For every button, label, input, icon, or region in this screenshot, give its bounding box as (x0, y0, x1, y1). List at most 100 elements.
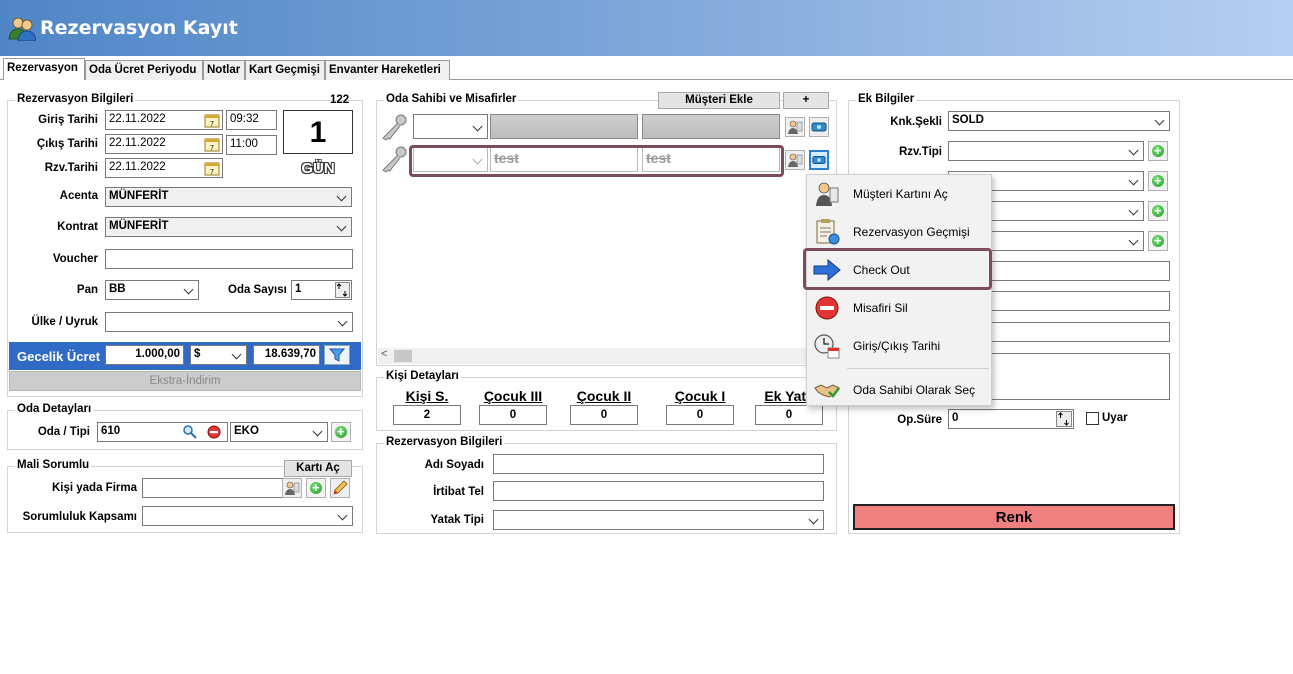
acenta-label: Acenta (59, 190, 98, 202)
gecelik-ucret-input[interactable]: 1.000,00 (105, 345, 184, 365)
add-oda-tipi-button[interactable] (331, 422, 351, 442)
rzv-tipi-label: Rzv.Tipi (898, 146, 942, 158)
rzv-tipi-select[interactable] (948, 141, 1144, 161)
horizontal-scrollbar[interactable] (378, 348, 836, 364)
updown-arrows-icon[interactable] (1056, 411, 1072, 427)
cocuk-i-input[interactable]: 0 (666, 405, 734, 425)
menu-item-misafiri-sil[interactable]: Misafiri Sil (807, 289, 993, 327)
guest-context-menu: Müşteri Kartını Aç Rezervasyon Geçmişi C… (806, 174, 992, 406)
karti-ac-button[interactable]: Kartı Aç (284, 460, 352, 477)
kontrat-select[interactable]: MÜNFERİT (105, 217, 352, 237)
add-ek-1-button[interactable] (1148, 171, 1168, 191)
oda-sayisi-value: 1 (295, 283, 302, 295)
oda-tipi-value: EKO (234, 425, 259, 437)
menu-item-oda-sahibi-olarak-sec[interactable]: Oda Sahibi Olarak Seç (807, 371, 993, 409)
menu-label: Müşteri Kartını Aç (853, 187, 948, 201)
chevron-down-icon (184, 283, 194, 297)
cocuk-ii-input[interactable]: 0 (570, 405, 638, 425)
menu-item-musteri-karti-ac[interactable]: Müşteri Kartını Aç (807, 175, 993, 213)
chevron-down-icon (1129, 144, 1139, 158)
chevron-down-icon (1129, 174, 1139, 188)
kisi-firma-input[interactable] (142, 478, 302, 498)
chevron-down-icon (338, 509, 348, 523)
add-ek-2-button[interactable] (1148, 201, 1168, 221)
money-icon[interactable] (809, 150, 829, 170)
op-sure-value: 0 (952, 412, 959, 424)
scroll-left-icon[interactable]: < (381, 348, 393, 364)
add-guest-plus-button[interactable]: + (783, 92, 829, 109)
renk-button[interactable]: Renk (853, 504, 1175, 530)
cocuk-ii-label: Çocuk II (576, 388, 632, 404)
highlight-guest-row (409, 145, 784, 177)
pan-label: Pan (76, 284, 98, 296)
oda-sahibi-title: Oda Sahibi ve Misafirler (384, 93, 519, 105)
customer-card-icon (816, 182, 839, 206)
scroll-thumb[interactable] (394, 350, 412, 362)
guest-first-name-input[interactable] (490, 114, 638, 139)
svg-text:7: 7 (210, 144, 214, 152)
acenta-select[interactable]: MÜNFERİT (105, 187, 352, 207)
edit-pencil-icon[interactable] (330, 478, 350, 498)
giris-time-field[interactable]: 09:32 (226, 110, 277, 130)
cikis-time-field[interactable]: 11:00 (226, 135, 277, 155)
clock-calendar-icon (814, 334, 840, 359)
customer-card-icon[interactable] (785, 117, 805, 137)
uyar-checkbox[interactable] (1086, 412, 1099, 425)
pan-select[interactable]: BB (105, 280, 199, 300)
add-rzv-tipi-button[interactable] (1148, 141, 1168, 161)
tab-kart-gecmisi[interactable]: Kart Geçmişi (245, 60, 325, 80)
nights-count: 1 (283, 110, 353, 154)
uyar-label: Uyar (1102, 412, 1128, 424)
oda-detaylari-title: Oda Detayları (15, 403, 94, 415)
tab-oda-ucret-periyodu[interactable]: Oda Ücret Periyodu (85, 60, 203, 80)
calendar-icon[interactable]: 7 (204, 160, 220, 176)
ekstra-indirim-button[interactable]: Ekstra-İndirim (9, 371, 361, 391)
voucher-input[interactable] (105, 249, 353, 269)
irtibat-tel-input[interactable] (493, 481, 824, 501)
oda-tipi-select[interactable]: EKO (230, 422, 328, 442)
tab-envanter-hareketleri[interactable]: Envanter Hareketleri (325, 60, 450, 80)
converted-price-field: 18.639,70 (253, 345, 320, 365)
chevron-down-icon (313, 425, 323, 439)
musteri-ekle-button[interactable]: Müşteri Ekle (658, 92, 780, 109)
calendar-icon[interactable]: 7 (204, 136, 220, 152)
currency-select[interactable]: $ (190, 345, 247, 365)
tab-notlar[interactable]: Notlar (203, 60, 245, 80)
filter-icon[interactable] (324, 345, 350, 365)
guest-last-name-input[interactable] (642, 114, 780, 139)
menu-item-rezervasyon-gecmisi[interactable]: Rezervasyon Geçmişi (807, 213, 993, 251)
search-icon[interactable] (182, 424, 198, 440)
oda-sayisi-label: Oda Sayısı (228, 284, 287, 296)
updown-arrows-icon[interactable] (335, 282, 350, 298)
money-icon[interactable] (809, 117, 829, 137)
tab-rezervasyon[interactable]: Rezervasyon (3, 58, 85, 80)
highlight-check-out (803, 248, 992, 290)
sorumluluk-kapsami-select[interactable] (142, 506, 353, 526)
chevron-down-icon (338, 315, 348, 329)
knk-sekli-select[interactable]: SOLD (948, 111, 1170, 131)
irtibat-tel-label: İrtibat Tel (433, 486, 484, 498)
kisi-s-input[interactable]: 2 (393, 405, 461, 425)
currency-value: $ (194, 348, 201, 360)
add-kisi-button[interactable] (306, 478, 326, 498)
customer-card-icon[interactable] (785, 150, 805, 170)
menu-label: Giriş/Çıkış Tarihi (853, 339, 941, 353)
mali-sorumlu-title: Mali Sorumlu (15, 459, 92, 471)
yatak-tipi-select[interactable] (493, 510, 824, 530)
voucher-label: Voucher (52, 253, 98, 265)
chevron-down-icon (337, 220, 347, 234)
tab-bar: Rezervasyon Oda Ücret Periyodu Notlar Ka… (0, 58, 1293, 80)
giris-tarihi-label: Giriş Tarihi (38, 114, 98, 126)
guest-title-select[interactable] (413, 114, 488, 139)
adi-soyadi-input[interactable] (493, 454, 824, 474)
add-ek-3-button[interactable] (1148, 231, 1168, 251)
ulke-select[interactable] (105, 312, 353, 332)
delete-icon[interactable] (206, 424, 222, 440)
cocuk-iii-label: Çocuk III (483, 388, 543, 404)
cocuk-iii-input[interactable]: 0 (479, 405, 547, 425)
menu-item-giris-cikis-tarihi[interactable]: Giriş/Çıkış Tarihi (807, 327, 993, 365)
gecelik-ucret-label: Gecelik Ücret (17, 349, 101, 364)
customer-card-icon[interactable] (282, 478, 302, 498)
menu-separator (847, 368, 989, 369)
calendar-icon[interactable]: 7 (204, 112, 220, 128)
